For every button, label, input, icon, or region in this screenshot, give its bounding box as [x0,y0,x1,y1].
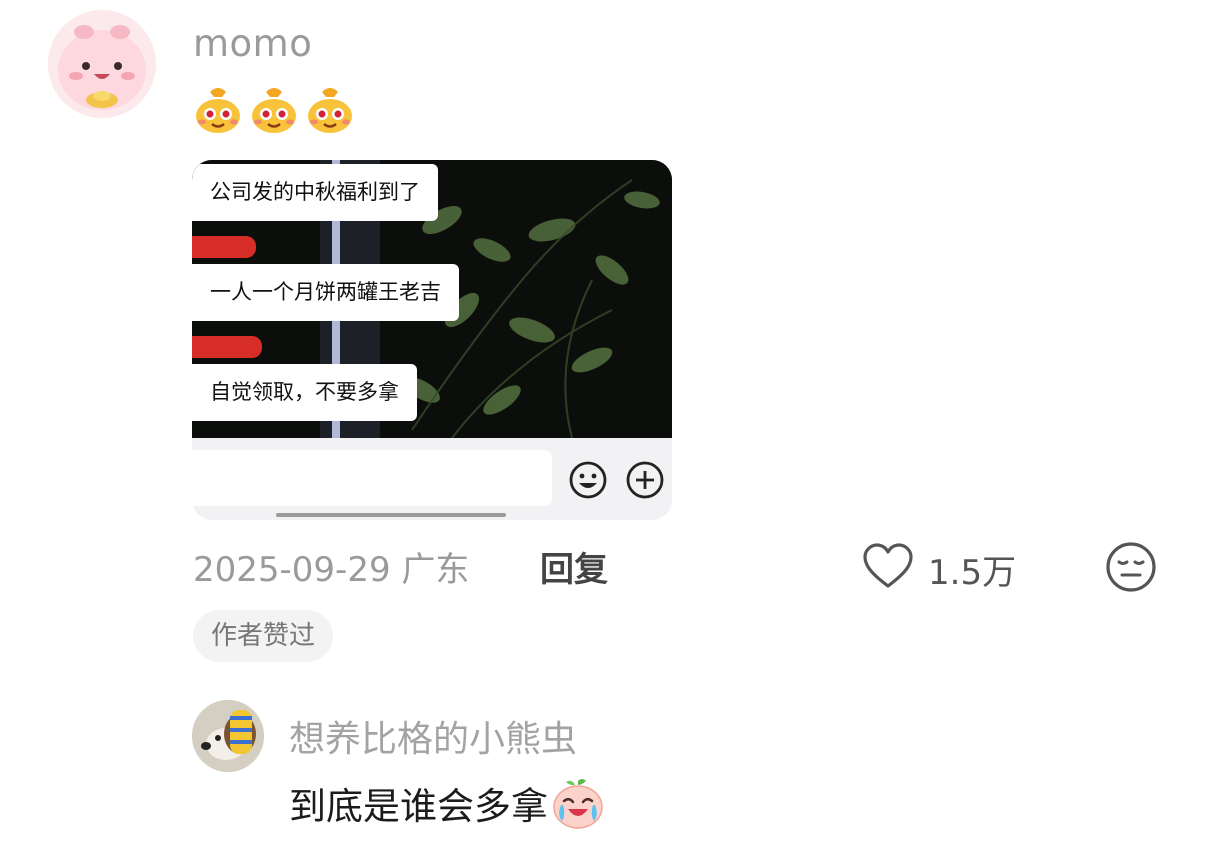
reply-text: 到底是谁会多拿 [289,785,548,828]
red-scribble [192,336,262,358]
reply-button[interactable]: 回复 [540,542,608,591]
heart-icon[interactable] [862,542,914,590]
image-caption: 自觉领取，不要多拿 [192,364,417,421]
pink-character-avatar-icon [48,10,156,118]
comment-thread: momo 公司发的中秋福利到了 一人一个月饼两罐王老吉 自觉领取，不要多拿 20… [0,0,1206,843]
meh-face-icon[interactable] [1105,541,1157,593]
money-bag-emoji-icon [196,88,240,133]
reply-username[interactable]: 想养比格的小熊虫 [289,710,577,762]
beagle-dog-avatar-icon [192,700,264,772]
reply-user-avatar[interactable] [192,700,264,772]
image-caption: 公司发的中秋福利到了 [192,164,438,221]
plus-circle-icon [626,461,664,499]
night-plant-photo: 公司发的中秋福利到了 一人一个月饼两罐王老吉 自觉领取，不要多拿 [192,160,672,438]
red-scribble [192,236,256,258]
money-bag-emoji-icon [252,88,296,133]
reply-content: 到底是谁会多拿 [289,775,606,831]
image-input-bar [192,450,552,506]
like-count: 1.5万 [928,553,1017,593]
smiley-face-icon [569,461,607,499]
author-liked-badge: 作者赞过 [193,610,334,662]
emoji-row [192,82,356,134]
crying-laughing-peach-emoji-icon [553,779,603,829]
comment-image[interactable]: 公司发的中秋福利到了 一人一个月饼两罐王老吉 自觉领取，不要多拿 [192,160,672,520]
money-bag-emoji-icon [308,88,352,133]
comment-username[interactable]: momo [193,22,312,65]
user-avatar[interactable] [48,10,156,118]
comment-date-location: 2025-09-29 广东 [193,550,470,590]
image-scroll-indicator [276,513,506,517]
image-caption: 一人一个月饼两罐王老吉 [192,264,459,321]
